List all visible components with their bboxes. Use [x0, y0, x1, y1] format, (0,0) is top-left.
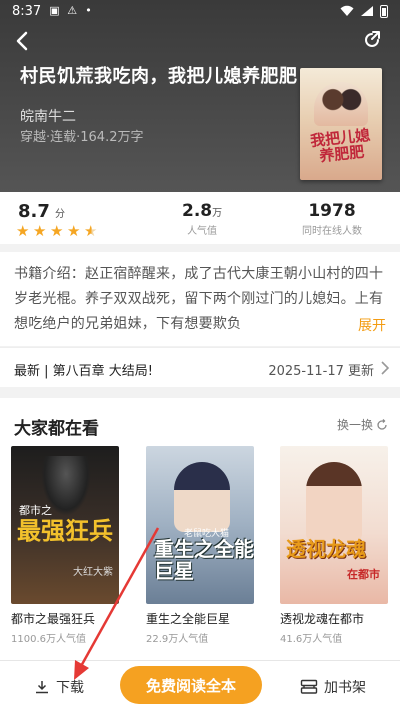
- rec-cover-2: 老鼠吃大猫 重生之全能巨星: [146, 446, 254, 604]
- refresh-button[interactable]: 换一换: [337, 416, 388, 433]
- star-icon: ★: [67, 222, 81, 240]
- dot-icon: •: [85, 4, 92, 17]
- battery-icon: [380, 4, 388, 18]
- rating-unit: 分: [54, 209, 65, 220]
- status-time: 8:37: [12, 3, 42, 19]
- star-icon: ★: [16, 222, 30, 240]
- wifi-icon: [340, 5, 354, 16]
- book-intro: 书籍介绍：赵正宿醉醒来，成了古代大康王朝小山村的四十岁老光棍。养子双双战死，留下…: [0, 252, 400, 346]
- download-label: 下载: [56, 680, 84, 696]
- rating-value: 8.7: [18, 201, 50, 222]
- rec-cover-3: 透视龙魂 在都市: [280, 446, 388, 604]
- rec-cover-title-2: 重生之全能巨星: [154, 537, 254, 583]
- rating-score: 8.7 分: [18, 201, 65, 222]
- cover-illustration: [306, 462, 362, 542]
- recommendations-section: 大家都在看 换一换 都市之 最强狂兵 大红大紫 都市之最强狂兵 1100.6万人…: [0, 398, 400, 660]
- warning-icon: ⚠: [67, 4, 78, 17]
- popularity-label: 人气值: [187, 226, 218, 237]
- share-icon[interactable]: [362, 30, 382, 50]
- cover-illustration: [174, 462, 230, 532]
- download-button[interactable]: 下载: [34, 677, 84, 697]
- notification-icon: ▣: [49, 4, 60, 17]
- rec-book-1[interactable]: 都市之 最强狂兵 大红大紫 都市之最强狂兵 1100.6万人气值: [11, 446, 119, 645]
- book-header: 8:37 ▣ ⚠ • 村民饥荒我吃肉，我把儿媳养肥肥 皖南牛二 穿越·连载·16…: [0, 0, 400, 192]
- rec-cover-sub-1: 都市之: [19, 504, 52, 517]
- latest-chapter-row[interactable]: 最新 | 第八百章 大结局! 2025-11-17 更新: [0, 347, 400, 387]
- online-stat: 1978 同时在线人数: [302, 201, 362, 237]
- rec-book-3[interactable]: 透视龙魂 在都市 透视龙魂在都市 41.6万人气值: [280, 446, 388, 645]
- popularity-stat: 2.8万 人气值: [182, 201, 222, 237]
- rec-name-2: 重生之全能巨星: [146, 612, 231, 626]
- read-free-button[interactable]: 免费阅读全本: [120, 666, 262, 704]
- rec-cover-sub-3: 在都市: [347, 568, 380, 581]
- online-label: 同时在线人数: [302, 226, 362, 237]
- book-title: 村民饥荒我吃肉，我把儿媳养肥肥: [20, 66, 298, 87]
- rec-pop-2: 22.9万人气值: [146, 634, 209, 645]
- book-cover: 我把儿媳养肥肥: [300, 68, 382, 180]
- online-value: 1978: [308, 201, 356, 221]
- expand-button[interactable]: 展开: [358, 315, 386, 335]
- intro-text: 书籍介绍：赵正宿醉醒来，成了古代大康王朝小山村的四十岁老光棍。养子双双战死，留下…: [14, 266, 384, 332]
- recommendations-title: 大家都在看: [14, 419, 99, 439]
- latest-updated: 2025-11-17 更新: [268, 364, 374, 379]
- rec-cover-author-1: 大红大紫: [73, 567, 113, 578]
- rec-cover-title-1: 最强狂兵: [17, 517, 113, 545]
- star-icon: ★: [50, 222, 64, 240]
- rec-name-1: 都市之最强狂兵: [11, 612, 96, 626]
- book-meta: 穿越·连载·164.2万字: [20, 130, 144, 145]
- refresh-label: 换一换: [336, 418, 373, 432]
- popularity-unit: 万: [212, 208, 223, 219]
- shelf-label: 加书架: [324, 680, 366, 696]
- rec-name-3: 透视龙魂在都市: [280, 612, 365, 626]
- add-to-shelf-button[interactable]: 加书架: [300, 677, 366, 697]
- rec-pop-1: 1100.6万人气值: [11, 634, 86, 645]
- bookshelf-icon: [300, 679, 318, 694]
- star-icon: ★: [84, 222, 98, 240]
- rec-book-2[interactable]: 老鼠吃大猫 重生之全能巨星 重生之全能巨星 22.9万人气值: [146, 446, 254, 645]
- chevron-right-icon: [381, 361, 390, 375]
- download-icon: [36, 681, 48, 694]
- cover-title: 我把儿媳养肥肥: [309, 125, 371, 166]
- cover-illustration: [314, 82, 368, 126]
- rec-cover-title-3: 透视龙魂: [286, 537, 366, 561]
- rating-stars: ★ ★ ★ ★ ★: [16, 224, 99, 239]
- bottom-action-bar: 下载 免费阅读全本 加书架: [0, 660, 400, 710]
- book-author[interactable]: 皖南牛二: [20, 106, 76, 126]
- latest-chapter: 最新 | 第八百章 大结局!: [14, 364, 153, 379]
- rec-cover-1: 都市之 最强狂兵 大红大紫: [11, 446, 119, 604]
- signal-icon: [361, 6, 373, 16]
- popularity-value: 2.8: [182, 201, 213, 221]
- back-icon[interactable]: [12, 30, 34, 52]
- book-stats: 8.7 分 ★ ★ ★ ★ ★ 2.8万 人气值 1978 同时在线人数: [0, 192, 400, 244]
- rec-pop-3: 41.6万人气值: [280, 634, 343, 645]
- status-bar: 8:37 ▣ ⚠ •: [0, 0, 400, 22]
- refresh-icon: [377, 418, 387, 430]
- star-icon: ★: [33, 222, 47, 240]
